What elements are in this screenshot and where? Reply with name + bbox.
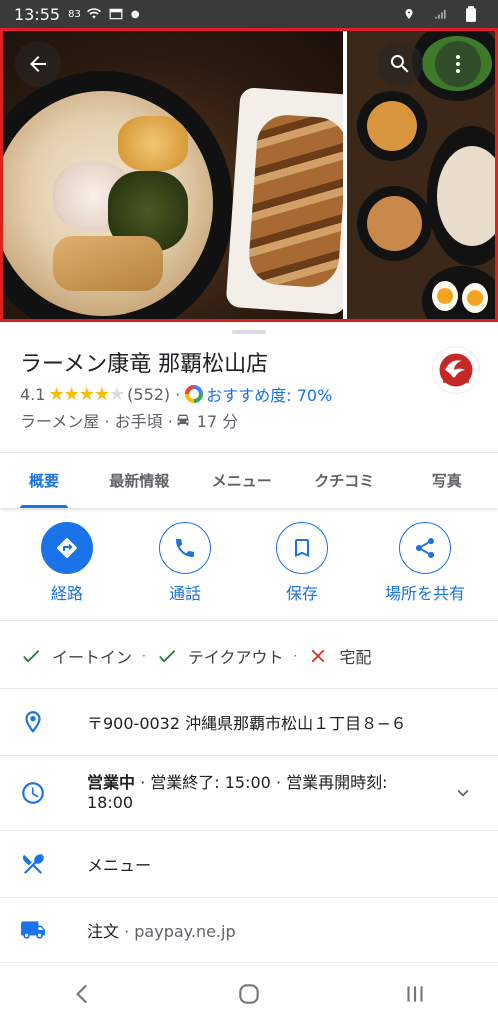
recommend-score[interactable]: おすすめ度: 70%	[206, 382, 332, 406]
status-small-text: 83	[68, 8, 81, 20]
directions-label: 経路	[50, 584, 83, 603]
divider	[0, 620, 498, 621]
dot-separator: ·	[293, 649, 298, 663]
delivery-truck-icon	[21, 921, 45, 939]
order-label: 注文	[87, 922, 120, 941]
review-count: (552)	[127, 384, 171, 404]
stars-empty: ★	[109, 383, 125, 405]
menu-text: メニュー	[87, 856, 152, 875]
service-dine-in: イートイン	[52, 648, 133, 667]
drag-handle[interactable]	[232, 330, 266, 334]
location-icon	[405, 9, 413, 19]
back-button[interactable]	[15, 41, 61, 87]
garlic-shape	[118, 116, 188, 171]
rating-value: 4.1	[20, 384, 46, 404]
home-nav-icon[interactable]	[236, 981, 262, 1007]
save-circle[interactable]	[276, 522, 328, 574]
signal-icon	[435, 9, 446, 19]
dot-separator: ·	[142, 649, 146, 663]
service-takeout: テイクアウト	[187, 648, 284, 667]
back-nav-icon[interactable]	[70, 981, 96, 1007]
system-navigation-bar	[0, 962, 498, 1024]
more-vert-icon	[456, 55, 460, 73]
address-text: 〒900-0032 沖縄県那覇市松山１丁目８−６	[87, 714, 407, 733]
photo-gallery[interactable]	[0, 28, 498, 322]
notification-dot-icon: ●	[130, 8, 140, 20]
tab-updates[interactable]: 最新情報	[88, 453, 191, 508]
check-icon	[158, 650, 176, 663]
hours-status: 営業中	[87, 773, 136, 792]
menma-shape	[53, 236, 163, 291]
status-bar: 13:55 83 ●	[0, 0, 498, 28]
call-circle[interactable]	[159, 522, 211, 574]
hours-row[interactable]: 営業中 · 営業終了: 15:00 · 営業再開時刻: 18:00	[0, 756, 498, 830]
gyoza-shape	[247, 113, 349, 289]
wifi-icon	[86, 8, 101, 19]
service-delivery: 宅配	[339, 648, 372, 667]
place-sheet: ラーメン康竜 那覇松山店 4.1 ★★★★★ (552) · おすすめ度: 70…	[0, 322, 498, 962]
menu-row[interactable]: メニュー	[0, 831, 498, 897]
directions-icon	[57, 538, 77, 558]
egg-shape	[462, 283, 488, 313]
order-site[interactable]: · paypay.ne.jp	[119, 922, 236, 941]
tab-photos[interactable]: 写真	[396, 453, 498, 508]
battery-icon	[466, 6, 476, 22]
drive-time: 17 分	[196, 412, 239, 431]
car-icon	[177, 414, 189, 426]
star-rating-icon: ★★★★★	[48, 383, 125, 405]
tab-reviews[interactable]: クチコミ	[293, 453, 396, 508]
address-row[interactable]: 〒900-0032 沖縄県那覇市松山１丁目８−６	[0, 689, 498, 755]
location-pin-icon	[25, 711, 41, 733]
call-button[interactable]: 通話	[130, 522, 240, 604]
category-text: ラーメン屋 · お手頃 ·	[20, 412, 173, 431]
search-icon	[390, 55, 409, 73]
stars-filled: ★★★★	[48, 383, 110, 405]
phone-icon	[176, 539, 194, 557]
egg-shape	[432, 281, 458, 311]
dish-shape	[427, 126, 495, 266]
cross-icon	[311, 649, 325, 663]
clock-icon	[22, 782, 44, 804]
dish-shape	[357, 186, 432, 261]
share-icon	[415, 538, 435, 558]
more-options-button[interactable]	[435, 41, 481, 87]
rating-row[interactable]: 4.1 ★★★★★ (552) · おすすめ度: 70%	[20, 382, 332, 406]
save-label: 保存	[285, 584, 318, 603]
search-button[interactable]	[377, 41, 423, 87]
tab-menu[interactable]: メニュー	[191, 453, 294, 508]
bookmark-icon	[295, 539, 309, 557]
chevron-down-icon[interactable]	[452, 782, 474, 804]
action-buttons: 経路 通話 保存 場所を共有	[0, 522, 498, 622]
restaurant-logo	[432, 346, 480, 394]
arrow-back-icon	[30, 56, 46, 72]
share-circle[interactable]	[399, 522, 451, 574]
call-label: 通話	[168, 584, 201, 603]
status-time: 13:55	[14, 4, 61, 24]
dot-separator: ·	[175, 384, 181, 404]
place-title: ラーメン康竜 那覇松山店	[20, 352, 269, 377]
directions-circle[interactable]	[41, 522, 93, 574]
logo-emblem-icon	[439, 353, 473, 387]
tab-bar: 概要 最新情報 メニュー クチコミ 写真	[0, 452, 498, 508]
tab-overview[interactable]: 概要	[0, 453, 88, 508]
dish-shape	[357, 91, 427, 161]
calendar-icon	[109, 8, 123, 20]
recommend-icon	[185, 385, 204, 403]
check-icon	[23, 650, 40, 663]
directions-button[interactable]: 経路	[12, 522, 122, 604]
share-label: 場所を共有	[384, 584, 465, 603]
order-row[interactable]: 注文 · paypay.ne.jp	[0, 898, 498, 962]
category-row: ラーメン屋 · お手頃 · 17 分	[20, 408, 238, 432]
hours-text: 営業中 · 営業終了: 15:00 · 営業再開時刻: 18:00	[87, 773, 427, 813]
save-button[interactable]: 保存	[247, 522, 357, 604]
restaurant-icon	[22, 854, 44, 874]
recents-nav-icon[interactable]	[402, 981, 428, 1007]
service-options: イートイン · テイクアウト · 宅配	[20, 644, 371, 668]
share-button[interactable]: 場所を共有	[370, 522, 480, 604]
order-text: 注文 · paypay.ne.jp	[87, 918, 236, 942]
